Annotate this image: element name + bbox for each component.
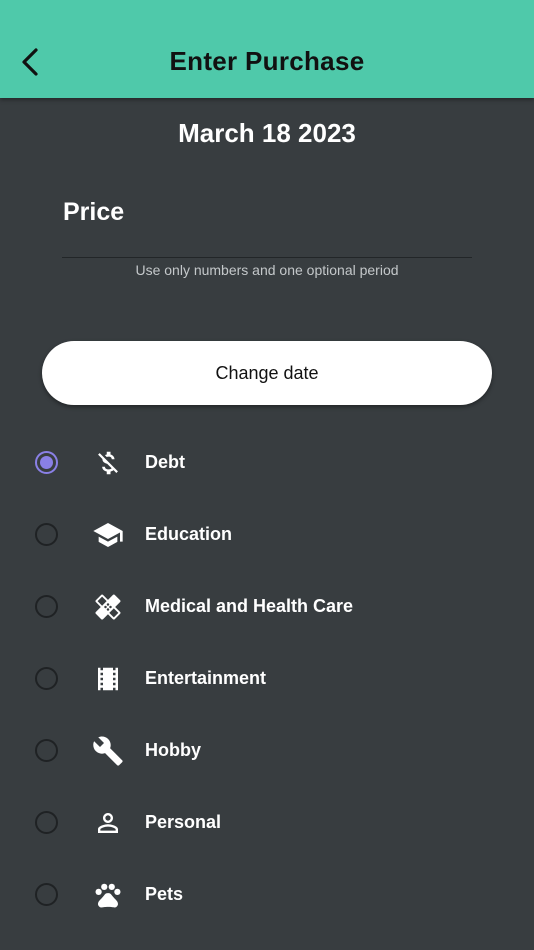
radio-button[interactable] xyxy=(35,811,58,834)
selected-date: March 18 2023 xyxy=(178,118,356,148)
category-label: Hobby xyxy=(145,740,201,760)
category-label: Entertainment xyxy=(145,668,267,688)
radio-button[interactable] xyxy=(35,883,58,906)
radio-button[interactable] xyxy=(35,667,58,690)
category-label: Personal xyxy=(145,812,222,832)
category-option-debt[interactable]: Debt xyxy=(0,426,534,498)
movie-icon xyxy=(92,663,124,695)
category-option-entertainment[interactable]: Entertainment xyxy=(0,642,534,714)
radio-button[interactable] xyxy=(35,595,58,618)
category-option-medical[interactable]: Medical and Health Care xyxy=(0,570,534,642)
radio-button[interactable] xyxy=(35,739,58,762)
app-bar: Enter Purchase xyxy=(0,0,534,98)
category-label: Education xyxy=(145,524,233,544)
radio-button[interactable] xyxy=(35,451,58,474)
category-label: Medical and Health Care xyxy=(145,596,354,616)
healing-icon xyxy=(92,591,124,623)
category-option-personal[interactable]: Personal xyxy=(0,786,534,858)
pets-icon xyxy=(92,879,124,911)
category-option-education[interactable]: Education xyxy=(0,498,534,570)
price-input[interactable] xyxy=(62,188,472,257)
wrench-icon xyxy=(92,735,124,767)
radio-button[interactable] xyxy=(35,523,58,546)
money-off-icon xyxy=(92,447,124,479)
school-icon xyxy=(92,519,124,551)
price-field[interactable]: Price xyxy=(62,188,472,258)
price-helper-text: Use only numbers and one optional period xyxy=(135,262,399,278)
category-label: Debt xyxy=(145,452,185,472)
change-date-button[interactable]: Change date xyxy=(42,341,492,405)
category-label: Pets xyxy=(145,884,184,904)
category-option-hobby[interactable]: Hobby xyxy=(0,714,534,786)
person-icon xyxy=(92,807,124,839)
category-option-pets[interactable]: Pets xyxy=(0,858,534,930)
page-title: Enter Purchase xyxy=(169,46,365,76)
